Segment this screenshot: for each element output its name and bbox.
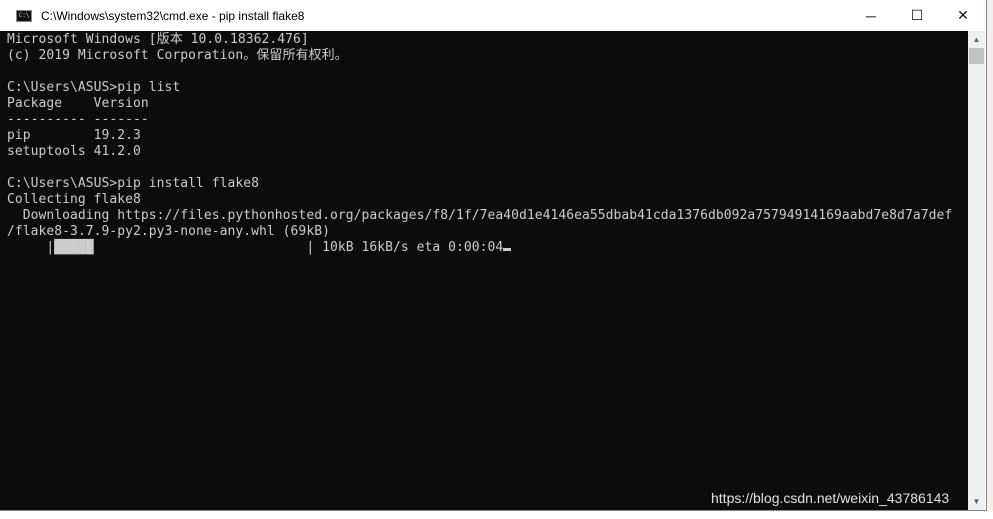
terminal-line: |█████ | 10kB 16kB/s eta 0:00:04 — [7, 240, 968, 256]
terminal-line: (c) 2019 Microsoft Corporation。保留所有权利。 — [7, 48, 348, 63]
watermark: https://blog.csdn.net/weixin_43786143 — [711, 490, 950, 506]
scroll-down-icon[interactable]: ▼ — [968, 493, 985, 510]
maximize-button[interactable]: ☐ — [894, 0, 940, 31]
terminal-line: C:\Users\ASUS>pip install flake8 — [7, 176, 260, 191]
terminal-line: Collecting flake8 — [7, 192, 141, 207]
cmd-window: C:\ C:\Windows\system32\cmd.exe - pip in… — [0, 0, 987, 511]
scrollbar-thumb[interactable] — [969, 48, 984, 64]
close-button[interactable]: ✕ — [940, 0, 986, 31]
cursor — [503, 248, 512, 251]
window-title: C:\Windows\system32\cmd.exe - pip instal… — [41, 8, 305, 23]
terminal-line: pip 19.2.3 — [7, 128, 141, 143]
title-bar[interactable]: C:\ C:\Windows\system32\cmd.exe - pip in… — [0, 0, 986, 31]
terminal-line: Microsoft Windows [版本 10.0.18362.476] — [7, 32, 309, 47]
background-page — [0, 511, 993, 519]
minimize-button[interactable]: ─ — [848, 0, 894, 31]
cmd-icon: C:\ — [16, 9, 32, 22]
scroll-up-icon[interactable]: ▲ — [968, 31, 985, 48]
terminal-line: ---------- ------- — [7, 112, 149, 127]
terminal-line: Package Version — [7, 96, 149, 111]
terminal-line: Downloading https://files.pythonhosted.o… — [7, 208, 953, 223]
terminal-output[interactable]: Microsoft Windows [版本 10.0.18362.476] (c)… — [0, 31, 968, 510]
terminal-line: C:\Users\ASUS>pip list — [7, 80, 181, 95]
terminal-line: setuptools 41.2.0 — [7, 144, 141, 159]
vertical-scrollbar[interactable]: ▲ ▼ — [968, 31, 985, 510]
terminal-line: /flake8-3.7.9-py2.py3-none-any.whl (69kB… — [7, 224, 330, 239]
